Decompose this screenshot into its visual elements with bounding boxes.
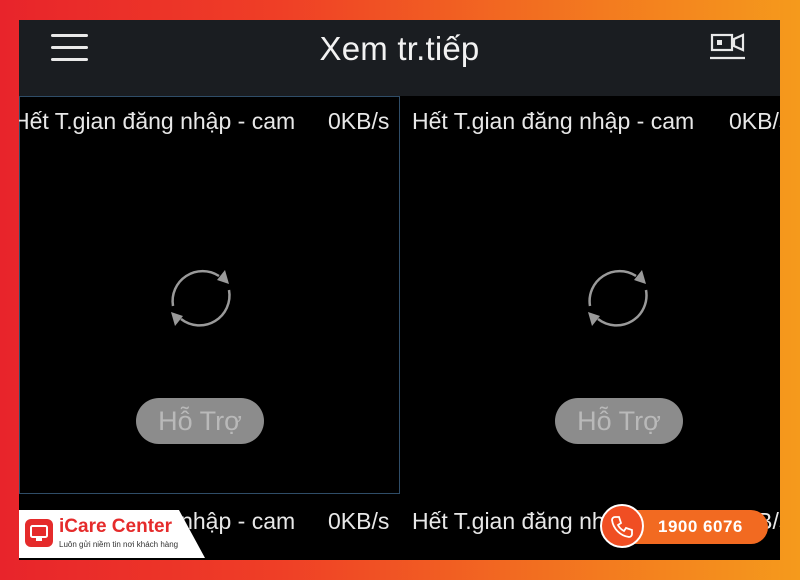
phone-screen: Xem tr.tiếp Hết T.gian đăng nhập - cam 0… xyxy=(19,20,780,560)
hotline-badge[interactable]: 1900 6076 xyxy=(600,504,770,548)
tile-bitrate: 0KB/s xyxy=(328,508,390,534)
brand-name: iCare Center xyxy=(59,516,172,537)
help-button[interactable]: Hỗ Trợ xyxy=(555,398,683,444)
tile-status-text: Hết T.gian đăng nhập - cam xyxy=(412,108,695,134)
loading-refresh-icon xyxy=(159,256,241,338)
tile-status-text: Hết T.gian đăng nhập - cam xyxy=(19,108,296,134)
page-title: Xem tr.tiếp xyxy=(319,30,480,67)
tile-bitrate: 0KB/s xyxy=(729,108,780,134)
brand-tagline: Luôn gửi niềm tin nơi khách hàng xyxy=(59,540,179,549)
camera-playback-icon[interactable] xyxy=(709,30,749,66)
tile-bitrate: 0KB/s xyxy=(328,108,390,134)
loading-refresh-icon xyxy=(576,256,658,338)
brand-logo-banner: iCare Center Luôn gửi niềm tin nơi khách… xyxy=(19,510,205,558)
hotline-number: 1900 6076 xyxy=(658,517,743,536)
phone-icon xyxy=(600,504,644,548)
help-button[interactable]: Hỗ Trợ xyxy=(136,398,264,444)
camera-tile-2[interactable]: Hết T.gian đăng nhập - cam 0KB/s Hỗ Trợ xyxy=(402,96,780,494)
icare-logo-icon xyxy=(25,519,53,547)
camera-tile-1[interactable]: Hết T.gian đăng nhập - cam 0KB/s Hỗ Trợ xyxy=(19,96,400,494)
top-bar: Xem tr.tiếp xyxy=(19,20,780,96)
